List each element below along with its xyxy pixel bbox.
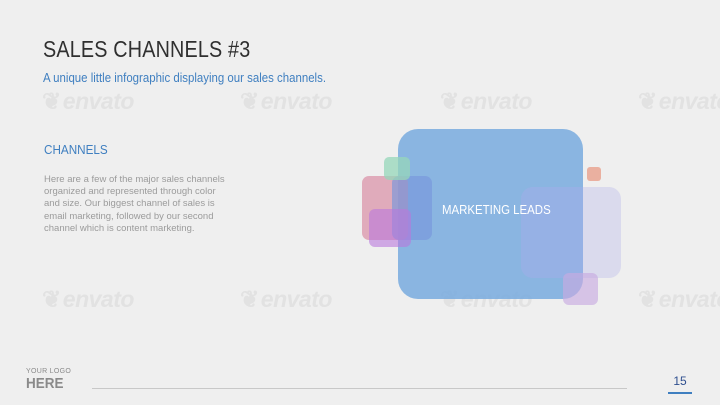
slide-subtitle: A unique little infographic displaying o… [43, 70, 327, 85]
body-text: Here are a few of the major sales channe… [44, 174, 225, 234]
watermark: ❦envato [240, 286, 332, 312]
watermark: ❦envato [638, 88, 720, 114]
slide-title: SALES CHANNELS #3 [43, 36, 251, 62]
shape-label: MARKETING LEADS [442, 202, 551, 217]
envato-leaf-icon: ❦ [638, 286, 657, 312]
page-number-underline [668, 392, 692, 394]
watermark: ❦envato [638, 286, 720, 312]
overlap-square [521, 187, 583, 278]
logo-big-text: HERE [26, 375, 64, 392]
green-square [384, 157, 410, 180]
envato-leaf-icon: ❦ [42, 286, 61, 312]
footer-divider [92, 388, 627, 389]
watermark: ❦envato [440, 88, 532, 114]
violet-square [563, 273, 598, 305]
page-number: 15 [673, 374, 687, 388]
envato-leaf-icon: ❦ [42, 88, 61, 114]
orange-square [587, 167, 601, 181]
watermark: ❦envato [42, 286, 134, 312]
purple-square [369, 209, 411, 247]
logo: YOUR LOGO HERE [26, 368, 71, 392]
watermark: ❦envato [240, 88, 332, 114]
envato-leaf-icon: ❦ [638, 88, 657, 114]
watermark: ❦envato [42, 88, 134, 114]
envato-leaf-icon: ❦ [440, 88, 459, 114]
section-heading: CHANNELS [44, 142, 108, 157]
slide: ❦envato ❦envato ❦envato ❦envato ❦envato … [0, 0, 720, 405]
envato-leaf-icon: ❦ [240, 88, 259, 114]
envato-leaf-icon: ❦ [240, 286, 259, 312]
